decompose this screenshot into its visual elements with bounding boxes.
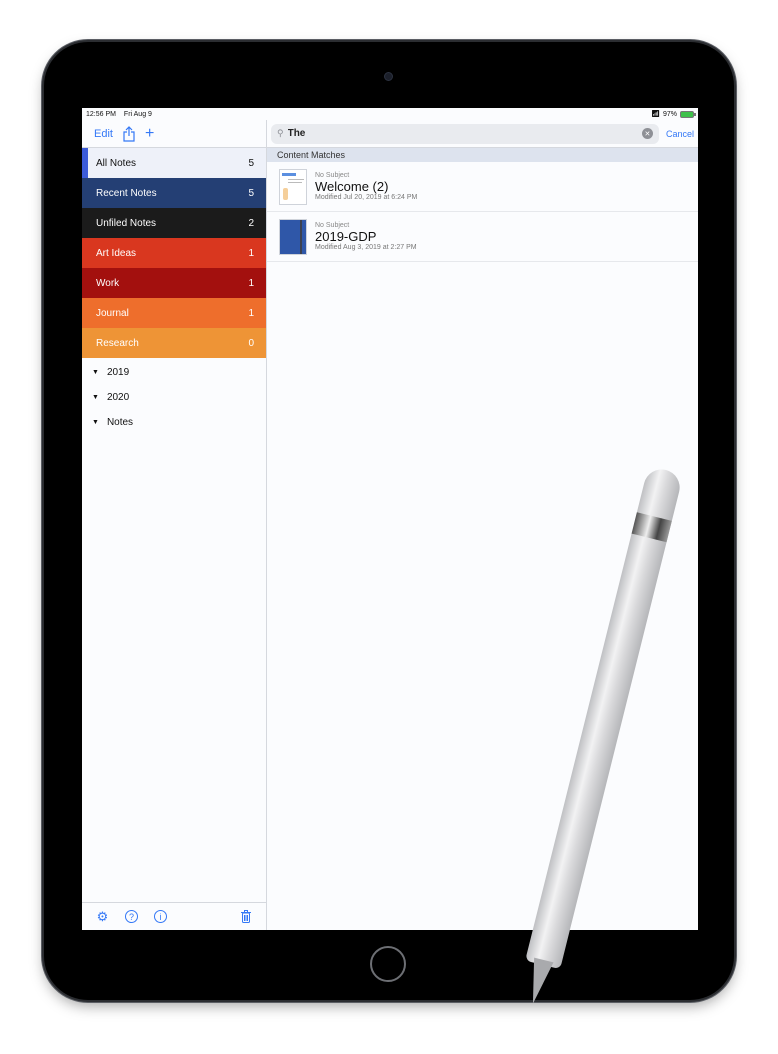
disclosure-triangle-icon[interactable]: ▼: [92, 419, 99, 426]
notebook-work[interactable]: Work 1: [82, 268, 266, 298]
notebook-art-ideas[interactable]: Art Ideas 1: [82, 238, 266, 268]
front-camera: [384, 72, 393, 81]
cancel-button[interactable]: Cancel: [666, 129, 694, 139]
notebook-count: 2: [248, 217, 254, 229]
note-modified: Modified Jul 20, 2019 at 6:24 PM: [315, 194, 418, 201]
notebook-label: Art Ideas: [96, 247, 137, 259]
wifi-icon: 📶︎: [651, 111, 660, 118]
notebook-count: 0: [248, 337, 254, 349]
notebook-unfiled-notes[interactable]: Unfiled Notes 2: [82, 208, 266, 238]
notebook-count: 5: [248, 157, 254, 169]
share-icon[interactable]: [123, 125, 135, 142]
notebook-label: All Notes: [96, 157, 137, 169]
search-input[interactable]: [287, 128, 642, 139]
search-field[interactable]: ⚲ ✕: [271, 123, 659, 144]
home-button[interactable]: [370, 946, 406, 982]
gear-icon[interactable]: ⚙: [96, 909, 109, 924]
folder-label: 2020: [106, 392, 130, 403]
notebook-count: 1: [248, 277, 254, 289]
note-list-item[interactable]: No Subject Welcome (2) Modified Jul 20, …: [267, 162, 698, 212]
sidebar-toolbar: Edit +: [82, 120, 266, 148]
section-header: Content Matches: [267, 148, 698, 162]
info-icon[interactable]: i: [154, 910, 167, 923]
help-icon[interactable]: ?: [125, 910, 138, 923]
sidebar-footer: ⚙ ? i: [82, 902, 266, 930]
notebook-list: All Notes 5 Recent Notes 5 Unfiled Notes…: [82, 148, 266, 358]
notebook-research[interactable]: Research 0: [82, 328, 266, 358]
disclosure-triangle-icon[interactable]: ▼: [92, 394, 99, 401]
note-list-item[interactable]: No Subject 2019-GDP Modified Aug 3, 2019…: [267, 212, 698, 262]
notebook-count: 5: [248, 187, 254, 199]
note-subject: No Subject: [315, 222, 350, 229]
notebook-label: Work: [96, 277, 120, 289]
folder-tree: ▼ 2019 ▼ 2020 ▼ Notes: [82, 358, 266, 435]
folder-2020[interactable]: ▼ 2020: [82, 385, 266, 410]
notebook-journal[interactable]: Journal 1: [82, 298, 266, 328]
notebook-label: Recent Notes: [96, 187, 157, 199]
edit-button[interactable]: Edit: [94, 128, 113, 140]
status-bar: 12:56 PM Fri Aug 9 📶︎ 97%: [82, 108, 698, 120]
add-note-button[interactable]: +: [145, 125, 154, 142]
status-time: 12:56 PM: [86, 110, 116, 118]
folder-notes[interactable]: ▼ Notes: [82, 410, 266, 435]
pencil-tip: [523, 957, 554, 1007]
search-icon: ⚲: [277, 128, 284, 138]
notebook-label: Unfiled Notes: [96, 217, 157, 229]
search-bar: ⚲ ✕ Cancel: [267, 120, 698, 148]
battery-charging-icon: [680, 110, 696, 118]
disclosure-triangle-icon[interactable]: ▼: [92, 369, 99, 376]
notebook-count: 1: [248, 307, 254, 319]
notebook-all-notes[interactable]: All Notes 5: [82, 148, 266, 178]
note-thumbnail: [279, 218, 307, 255]
notebook-label: Research: [96, 337, 139, 349]
folder-label: Notes: [106, 417, 134, 428]
note-title: 2019-GDP: [315, 229, 377, 244]
note-title: Welcome (2): [315, 179, 389, 194]
notebook-recent-notes[interactable]: Recent Notes 5: [82, 178, 266, 208]
note-thumbnail: [279, 168, 307, 205]
sidebar: Edit + All Notes 5 Recent Notes 5 Unfile…: [82, 120, 267, 930]
folder-2019[interactable]: ▼ 2019: [82, 360, 266, 385]
note-subject: No Subject: [315, 172, 350, 179]
trash-icon[interactable]: [239, 910, 252, 923]
notebook-count: 1: [248, 247, 254, 259]
app-screen: 12:56 PM Fri Aug 9 📶︎ 97% Edit + All Not…: [82, 108, 698, 930]
clear-search-icon[interactable]: ✕: [641, 128, 653, 139]
status-date: Fri Aug 9: [123, 110, 152, 118]
battery-percent: 97%: [662, 110, 677, 118]
notebook-label: Journal: [96, 307, 129, 319]
note-modified: Modified Aug 3, 2019 at 2:27 PM: [315, 244, 417, 251]
folder-label: 2019: [106, 367, 130, 378]
